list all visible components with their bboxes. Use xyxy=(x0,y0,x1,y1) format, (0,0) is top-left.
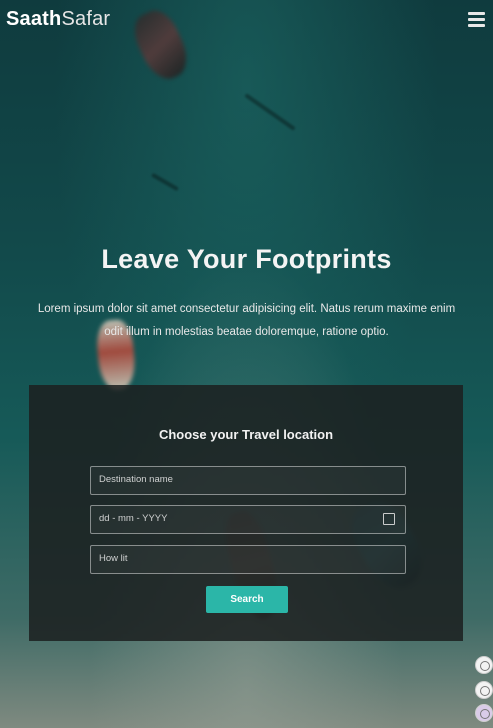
header: SaathSafar xyxy=(0,0,493,40)
hamburger-menu-icon[interactable] xyxy=(468,12,485,28)
brand-name-light: Safar xyxy=(61,8,111,30)
settings-icon[interactable] xyxy=(475,681,493,699)
background-streak xyxy=(244,93,296,131)
hero-title: Leave Your Footprints xyxy=(101,244,392,274)
page: SaathSafar Leave Your Footprints Lorem i… xyxy=(0,0,493,728)
background-streak xyxy=(151,172,179,192)
search-button[interactable]: Search xyxy=(206,586,288,613)
people-input[interactable]: How lit xyxy=(90,545,406,574)
destination-input[interactable]: Destination name xyxy=(90,466,406,495)
date-placeholder: dd - mm - YYYY xyxy=(99,513,168,524)
hero-description: Lorem ipsum dolor sit amet consectetur a… xyxy=(37,303,456,338)
people-placeholder: How lit xyxy=(99,553,128,564)
calendar-icon[interactable] xyxy=(383,513,395,525)
menu-bar xyxy=(468,18,485,21)
menu-bar xyxy=(468,24,485,27)
brand-name-bold: Saath xyxy=(6,8,62,30)
chat-icon[interactable] xyxy=(475,656,493,674)
travel-search-panel: Choose your Travel location Destination … xyxy=(29,385,463,641)
panel-title: Choose your Travel location xyxy=(158,427,334,442)
date-input[interactable]: dd - mm - YYYY xyxy=(90,505,406,534)
brand-logo[interactable]: SaathSafar xyxy=(6,8,110,31)
user-icon[interactable] xyxy=(475,704,493,722)
destination-placeholder: Destination name xyxy=(99,474,173,485)
menu-bar xyxy=(468,12,485,15)
